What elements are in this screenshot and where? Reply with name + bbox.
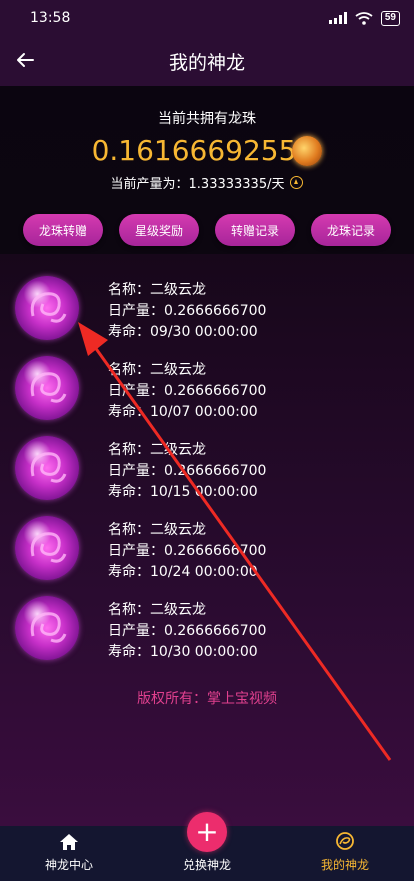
copyright-text: 版权所有：掌上宝视频 — [137, 691, 277, 707]
bottom-nav: 神龙中心 + 兑换神龙 我的神龙 — [0, 812, 414, 881]
dragon-orb-icon — [15, 436, 79, 500]
production-rate-row: 当前产量为：1.33333335/天 — [0, 173, 414, 192]
transfer-record-button[interactable]: 转赠记录 — [215, 214, 295, 246]
page-header: 我的神龙 — [0, 36, 414, 86]
home-icon — [60, 834, 78, 850]
list-item[interactable]: 名称：二级云龙 日产量：0.2666666700 寿命：09/30 00:00:… — [0, 262, 414, 342]
dragon-lifespan: 寿命：10/24 00:00:00 — [108, 564, 258, 580]
status-bar: 13:58 59 — [0, 0, 414, 36]
dragon-name: 名称：二级云龙 — [108, 362, 206, 378]
list-item[interactable]: 名称：二级云龙 日产量：0.2666666700 寿命：10/30 00:00:… — [0, 582, 414, 662]
dragon-lifespan: 寿命：10/15 00:00:00 — [108, 484, 258, 500]
page-title: 我的神龙 — [168, 51, 245, 74]
pearl-total-row: 0.1616669255 — [0, 134, 414, 167]
dragon-daily-output: 日产量：0.2666666700 — [108, 303, 267, 319]
dragon-pearl-icon — [292, 135, 323, 166]
dragon-orb-icon — [15, 356, 79, 420]
dragon-name: 名称：二级云龙 — [108, 282, 206, 298]
dragon-daily-output: 日产量：0.2666666700 — [108, 543, 267, 559]
dragon-daily-output: 日产量：0.2666666700 — [108, 463, 267, 479]
dragon-orb-icon — [15, 276, 79, 340]
dragon-name: 名称：二级云龙 — [108, 522, 206, 538]
dragon-name: 名称：二级云龙 — [108, 602, 206, 618]
dragon-lifespan: 寿命：10/30 00:00:00 — [108, 644, 258, 660]
nav-exchange-dragon[interactable]: + 兑换神龙 — [138, 812, 276, 881]
pearl-total-label: 当前共拥有龙珠 — [158, 111, 256, 127]
pearl-total-value: 0.1616669255 — [91, 134, 297, 167]
dragon-list: 名称：二级云龙 日产量：0.2666666700 寿命：09/30 00:00:… — [0, 254, 414, 826]
dragon-info: 名称：二级云龙 日产量：0.2666666700 寿命：10/24 00:00:… — [108, 520, 266, 583]
list-item[interactable]: 名称：二级云龙 日产量：0.2666666700 寿命：10/07 00:00:… — [0, 342, 414, 422]
dragon-name: 名称：二级云龙 — [108, 442, 206, 458]
nav-dragon-center[interactable]: 神龙中心 — [0, 826, 138, 881]
nav-label: 神龙中心 — [44, 858, 93, 872]
pearl-transfer-button[interactable]: 龙珠转赠 — [23, 214, 103, 246]
battery-indicator: 59 — [380, 10, 400, 26]
nav-label: 我的神龙 — [320, 858, 369, 872]
dragon-daily-output: 日产量：0.2666666700 — [108, 623, 267, 639]
rate-up-icon[interactable] — [290, 176, 304, 189]
status-time: 13:58 — [30, 10, 71, 26]
dragon-lifespan: 寿命：09/30 00:00:00 — [108, 324, 258, 340]
dragon-info: 名称：二级云龙 日产量：0.2666666700 寿命：10/07 00:00:… — [108, 360, 266, 423]
dragon-daily-output: 日产量：0.2666666700 — [108, 383, 267, 399]
plus-icon[interactable]: + — [187, 812, 227, 852]
nav-my-dragon[interactable]: 我的神龙 — [276, 826, 414, 881]
list-item[interactable]: 名称：二级云龙 日产量：0.2666666700 寿命：10/15 00:00:… — [0, 422, 414, 502]
dragon-info: 名称：二级云龙 日产量：0.2666666700 寿命：09/30 00:00:… — [108, 280, 266, 343]
star-reward-button[interactable]: 星级奖励 — [119, 214, 199, 246]
production-rate-text: 当前产量为：1.33333335/天 — [110, 177, 285, 192]
dragon-info: 名称：二级云龙 日产量：0.2666666700 寿命：10/30 00:00:… — [108, 600, 266, 663]
back-button[interactable] — [14, 49, 36, 71]
list-item[interactable]: 名称：二级云龙 日产量：0.2666666700 寿命：10/24 00:00:… — [0, 502, 414, 582]
dragon-orb-icon — [15, 596, 79, 660]
dragon-orb-icon — [15, 516, 79, 580]
action-buttons: 龙珠转赠 星级奖励 转赠记录 龙珠记录 — [0, 214, 414, 246]
dragon-info: 名称：二级云龙 日产量：0.2666666700 寿命：10/15 00:00:… — [108, 440, 266, 503]
back-arrow-icon — [17, 53, 34, 67]
wifi-icon — [355, 11, 373, 25]
nav-label: 兑换神龙 — [182, 858, 231, 872]
pearl-summary: 当前共拥有龙珠 0.1616669255 当前产量为：1.33333335/天 … — [0, 86, 414, 254]
dragon-lifespan: 寿命：10/07 00:00:00 — [108, 404, 258, 420]
status-icons: 59 — [328, 10, 400, 26]
pearl-record-button[interactable]: 龙珠记录 — [311, 214, 391, 246]
dragon-icon — [336, 832, 354, 850]
signal-icon — [328, 12, 347, 24]
